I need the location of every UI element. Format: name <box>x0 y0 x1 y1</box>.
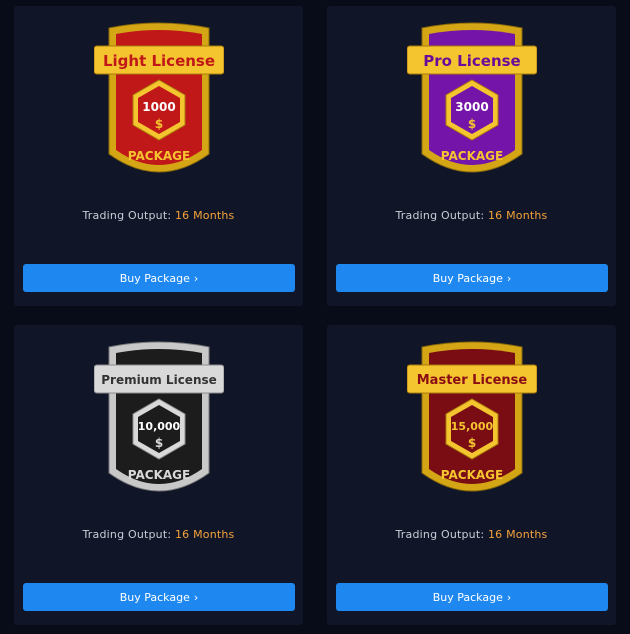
buy-package-label: Buy Package <box>432 271 503 285</box>
buy-package-button[interactable]: Buy Package › <box>23 264 295 292</box>
badge-title: Master License <box>417 373 528 388</box>
trading-output: Trading Output: 16 Months <box>327 528 616 541</box>
badge-amount: 15,000 <box>451 420 494 433</box>
badge-amount: 1000 <box>142 100 175 114</box>
badge-currency: $ <box>468 117 476 131</box>
license-badge-pro: Pro License 3000 $ PACKAGE <box>407 22 537 187</box>
trading-output-label: Trading Output: <box>82 528 172 541</box>
buy-package-button[interactable]: Buy Package › <box>336 583 608 611</box>
badge-title: Pro License <box>423 52 520 70</box>
badge-subtitle: PACKAGE <box>128 468 190 482</box>
buy-package-label: Buy Package <box>432 590 503 604</box>
badge-amount: 3000 <box>455 100 488 114</box>
trading-output-label: Trading Output: <box>395 528 485 541</box>
badge-currency: $ <box>155 117 163 131</box>
license-badge-master: Master License 15,000 $ PACKAGE <box>407 341 537 506</box>
package-card-light: Light License 1000 $ PACKAGE Trading Out… <box>14 6 303 306</box>
chevron-right-icon: › <box>193 590 199 604</box>
buy-package-label: Buy Package <box>119 590 190 604</box>
buy-package-button[interactable]: Buy Package › <box>336 264 608 292</box>
trading-output-value: 16 Months <box>174 209 235 222</box>
trading-output-label: Trading Output: <box>395 209 485 222</box>
chevron-right-icon: › <box>506 590 512 604</box>
trading-output: Trading Output: 16 Months <box>14 528 303 541</box>
trading-output: Trading Output: 16 Months <box>327 209 616 222</box>
trading-output-label: Trading Output: <box>82 209 172 222</box>
badge-currency: $ <box>468 436 476 450</box>
license-badge-premium: Premium License 10,000 $ PACKAGE <box>94 341 224 506</box>
trading-output-value: 16 Months <box>174 528 235 541</box>
trading-output-value: 16 Months <box>487 528 548 541</box>
chevron-right-icon: › <box>506 271 512 285</box>
package-card-master: Master License 15,000 $ PACKAGE Trading … <box>327 325 616 625</box>
package-card-premium: Premium License 10,000 $ PACKAGE Trading… <box>14 325 303 625</box>
badge-subtitle: PACKAGE <box>128 149 190 163</box>
badge-subtitle: PACKAGE <box>441 468 503 482</box>
trading-output: Trading Output: 16 Months <box>14 209 303 222</box>
badge-amount: 10,000 <box>138 420 181 433</box>
trading-output-value: 16 Months <box>487 209 548 222</box>
chevron-right-icon: › <box>193 271 199 285</box>
license-badge-light: Light License 1000 $ PACKAGE <box>94 22 224 187</box>
badge-currency: $ <box>155 436 163 450</box>
badge-subtitle: PACKAGE <box>441 149 503 163</box>
badge-title: Premium License <box>101 373 217 387</box>
buy-package-button[interactable]: Buy Package › <box>23 583 295 611</box>
buy-package-label: Buy Package <box>119 271 190 285</box>
package-card-pro: Pro License 3000 $ PACKAGE Trading Outpu… <box>327 6 616 306</box>
badge-title: Light License <box>103 52 215 70</box>
